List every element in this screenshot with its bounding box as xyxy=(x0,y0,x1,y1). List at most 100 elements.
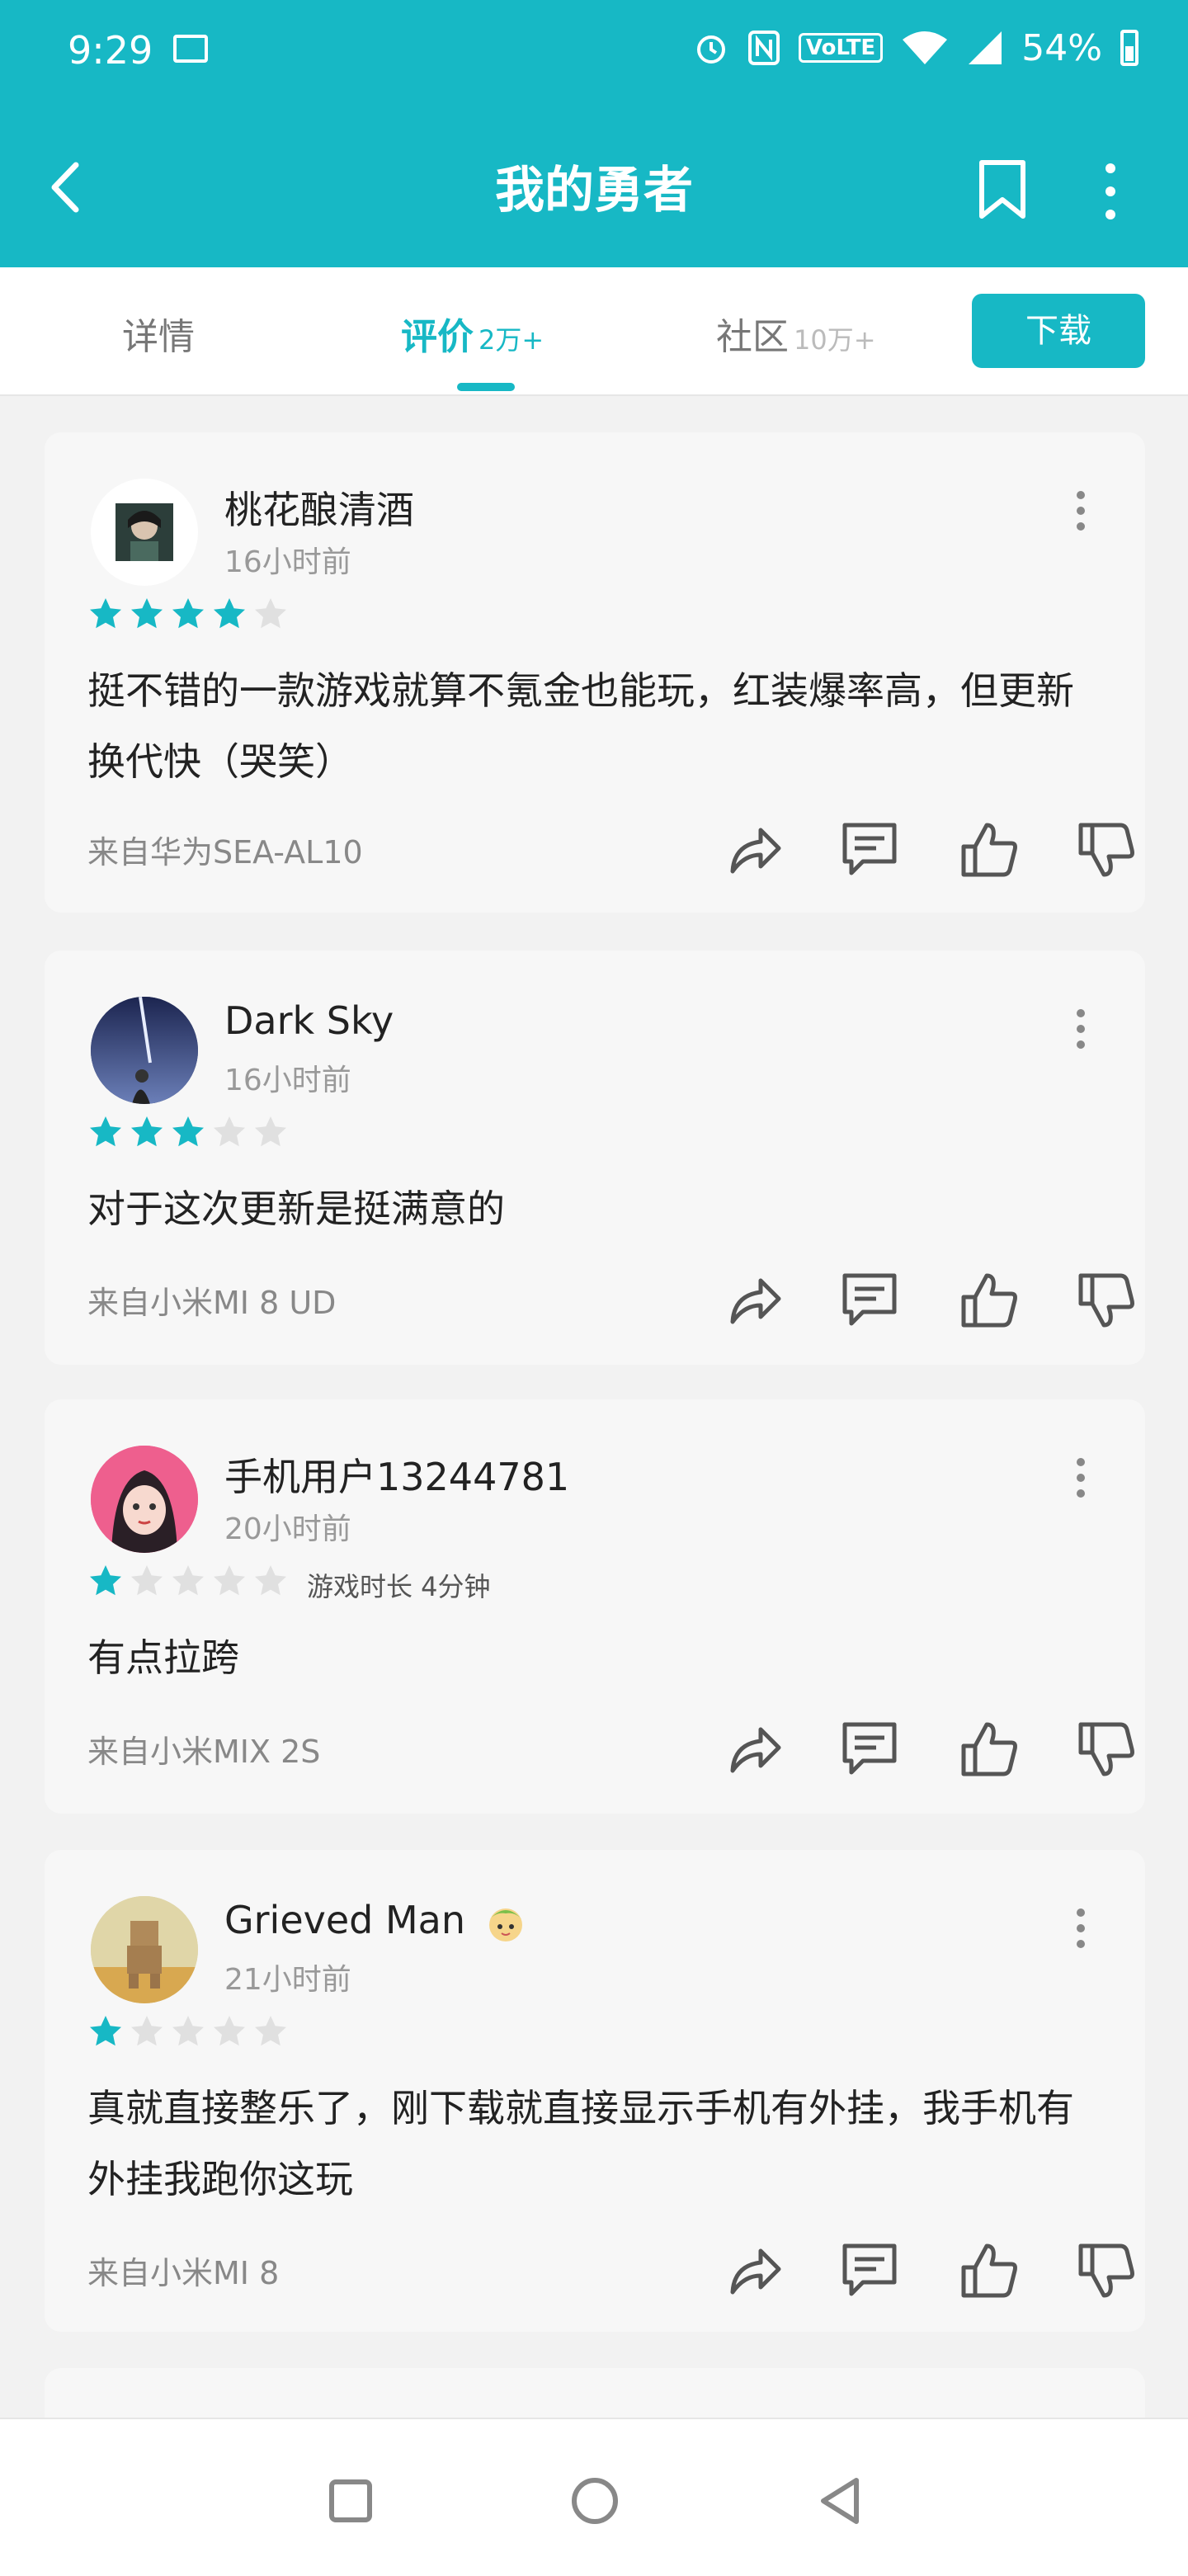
tab-indicator xyxy=(457,383,515,391)
user-name[interactable]: Grieved Man xyxy=(224,1898,529,1946)
star-rating xyxy=(87,1114,289,1150)
user-name-text: Grieved Man xyxy=(224,1898,466,1942)
star-filled-icon xyxy=(90,1116,121,1147)
thumbs-up-icon[interactable] xyxy=(957,1267,1023,1333)
tab-detail-label: 详情 xyxy=(122,316,195,358)
thumbs-down-icon[interactable] xyxy=(1074,817,1140,883)
device-label: 来自小米MI 8 xyxy=(87,2255,280,2291)
tab-detail[interactable]: 详情 xyxy=(122,307,195,360)
home-icon[interactable] xyxy=(566,2472,624,2530)
review-actions xyxy=(680,1716,1142,1782)
share-icon[interactable] xyxy=(721,1716,787,1782)
device-label: 来自小米MI 8 UD xyxy=(87,1285,337,1321)
star-empty-icon xyxy=(172,2016,204,2046)
comment-icon[interactable] xyxy=(837,2238,903,2304)
user-name[interactable]: 手机用户13244781 xyxy=(224,1447,569,1502)
comment-icon[interactable] xyxy=(837,1267,903,1333)
bookmark-icon[interactable] xyxy=(974,158,1031,221)
play-time: 游戏时长 4分钟 xyxy=(307,1571,491,1602)
status-time: 9:29 xyxy=(68,28,153,73)
volte-badge: VoLTE xyxy=(798,33,884,63)
thumbs-down-icon[interactable] xyxy=(1074,2238,1140,2304)
status-bar: 9:29 VoLTE 54% xyxy=(0,0,1188,106)
tab-reviews-label: 评价 xyxy=(401,316,474,358)
star-filled-icon xyxy=(214,598,245,629)
star-filled-icon xyxy=(131,1116,163,1147)
review-text: 有点拉跨 xyxy=(87,1635,239,1680)
star-empty-icon xyxy=(172,1565,204,1596)
tab-community-count: 10万+ xyxy=(794,324,876,356)
back-triangle-icon[interactable] xyxy=(812,2472,870,2530)
avatar[interactable] xyxy=(91,479,198,586)
review-actions xyxy=(680,1267,1142,1333)
user-name[interactable]: 桃花酿清酒 xyxy=(224,480,414,535)
user-name[interactable]: Dark Sky xyxy=(224,998,394,1043)
star-empty-icon xyxy=(131,1565,163,1596)
review-text: 对于这次更新是挺满意的 xyxy=(87,1187,505,1231)
star-filled-icon xyxy=(172,1116,204,1147)
avatar[interactable] xyxy=(91,1446,198,1553)
avatar[interactable] xyxy=(91,997,198,1104)
thumbs-up-icon[interactable] xyxy=(957,2238,1023,2304)
star-rating xyxy=(87,1563,289,1599)
device-label: 来自华为SEA-AL10 xyxy=(87,834,363,870)
comment-icon[interactable] xyxy=(837,817,903,883)
thumbs-up-icon[interactable] xyxy=(957,817,1023,883)
review-more-icon[interactable] xyxy=(1071,490,1091,531)
thumbs-up-icon[interactable] xyxy=(957,1716,1023,1782)
avatar[interactable] xyxy=(91,1896,198,2003)
image-notification-icon xyxy=(173,35,208,63)
star-empty-icon xyxy=(255,598,286,629)
star-empty-icon xyxy=(131,2016,163,2046)
thumbs-down-icon[interactable] xyxy=(1074,1267,1140,1333)
user-badge-icon xyxy=(488,1908,522,1941)
tab-bar: 详情 评价 2万+ 社区 10万+ 下载 xyxy=(0,267,1188,396)
more-vertical-icon[interactable] xyxy=(1094,158,1127,224)
review-time: 21小时前 xyxy=(224,1963,351,1997)
tab-reviews-count: 2万+ xyxy=(478,324,544,356)
battery-icon xyxy=(1120,30,1138,66)
status-icons: VoLTE 54% xyxy=(693,25,1138,71)
download-button[interactable]: 下载 xyxy=(972,294,1145,368)
recents-icon[interactable] xyxy=(322,2472,380,2530)
review-text: 挺不错的一款游戏就算不氪金也能玩，红装爆率高，但更新换代快（哭笑） xyxy=(87,668,1074,784)
star-filled-icon xyxy=(90,598,121,629)
review-card: 手机用户13244781 20小时前 游戏时长 4分钟 有点拉跨 来自小米MIX… xyxy=(45,1399,1145,1814)
share-icon[interactable] xyxy=(721,817,787,883)
comment-icon[interactable] xyxy=(837,1716,903,1782)
thumbs-down-icon[interactable] xyxy=(1074,1716,1140,1782)
star-empty-icon xyxy=(255,1565,286,1596)
star-empty-icon xyxy=(255,1116,286,1147)
alarm-icon xyxy=(696,35,725,64)
review-card: Dark Sky 16小时前 对于这次更新是挺满意的 来自小米MI 8 UD xyxy=(45,951,1145,1365)
star-rating xyxy=(87,596,289,632)
review-more-icon[interactable] xyxy=(1071,1908,1091,1949)
signal-icon xyxy=(969,31,1002,64)
star-rating xyxy=(87,2013,289,2050)
battery-percent: 54% xyxy=(1021,26,1102,69)
review-time: 16小时前 xyxy=(224,1064,351,1097)
star-filled-icon xyxy=(90,2016,121,2046)
share-icon[interactable] xyxy=(721,2238,787,2304)
system-nav-bar xyxy=(0,2418,1188,2576)
tab-community-label: 社区 xyxy=(716,316,789,358)
review-time: 16小时前 xyxy=(224,545,351,579)
wifi-icon xyxy=(903,31,948,64)
app-bar: 我的勇者 xyxy=(0,106,1188,267)
review-card: Grieved Man 21小时前 真就直接整乐了，刚下载就直接显示手机有外挂，… xyxy=(45,1850,1145,2332)
star-filled-icon xyxy=(131,598,163,629)
review-actions xyxy=(680,2238,1142,2304)
review-more-icon[interactable] xyxy=(1071,1457,1091,1498)
review-actions xyxy=(680,817,1142,883)
tab-community[interactable]: 社区 10万+ xyxy=(716,307,876,360)
tab-reviews[interactable]: 评价 2万+ xyxy=(401,307,544,360)
review-card: 桃花酿清酒 16小时前 挺不错的一款游戏就算不氪金也能玩，红装爆率高，但更新换代… xyxy=(45,432,1145,913)
star-empty-icon xyxy=(214,1116,245,1147)
star-empty-icon xyxy=(214,1565,245,1596)
share-icon[interactable] xyxy=(721,1267,787,1333)
star-empty-icon xyxy=(255,2016,286,2046)
review-more-icon[interactable] xyxy=(1071,1008,1091,1050)
review-text: 真就直接整乐了，刚下载就直接显示手机有外挂，我手机有外挂我跑你这玩 xyxy=(87,2086,1074,2201)
review-time: 20小时前 xyxy=(224,1512,351,1546)
star-filled-icon xyxy=(172,598,204,629)
